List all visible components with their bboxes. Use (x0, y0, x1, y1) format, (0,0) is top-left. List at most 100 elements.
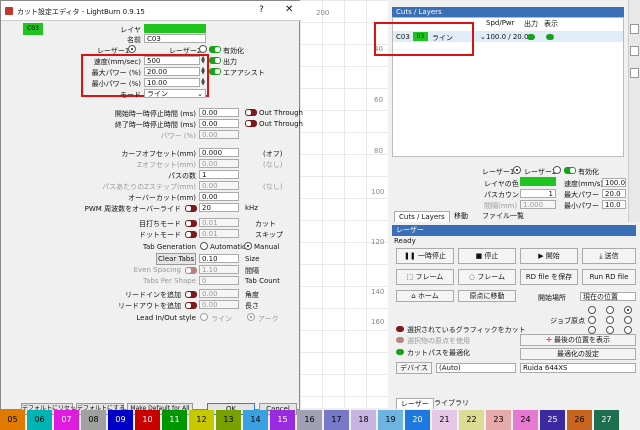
laser1-radio[interactable] (128, 45, 136, 53)
start-delay-input[interactable]: 0.00 (199, 108, 239, 117)
palette-swatch[interactable]: 20 (405, 410, 430, 430)
maxpower-spinner[interactable]: ▲ ▼ (200, 67, 206, 76)
name-input[interactable]: C03 (144, 34, 206, 43)
passes-input[interactable]: 1 (199, 170, 239, 179)
palette-swatch[interactable]: 22 (459, 410, 484, 430)
palette-swatch[interactable]: 12 (189, 410, 214, 430)
speed-input[interactable]: 500 (144, 56, 200, 65)
tab-cuts-layers[interactable]: Cuts / Layers (394, 211, 450, 222)
palette-swatch[interactable]: 21 (432, 410, 457, 430)
origin-radio[interactable] (588, 306, 596, 314)
tab-library[interactable]: ライブラリ (430, 398, 473, 409)
minpower-input[interactable]: 10.00 (144, 78, 200, 87)
device-select[interactable]: Ruida 644XS (520, 363, 636, 373)
layer-list-item[interactable]: C03 (23, 23, 43, 35)
palette-swatch[interactable]: 07 (54, 410, 79, 430)
origin-radio[interactable] (624, 316, 632, 324)
help-icon[interactable]: ? (259, 5, 264, 15)
row-output-toggle[interactable] (527, 34, 535, 40)
leadin-toggle[interactable] (185, 291, 197, 298)
leadout-toggle[interactable] (185, 302, 197, 309)
passcount-input[interactable]: 1 (520, 189, 556, 198)
laser2-radio[interactable] (553, 166, 561, 174)
speed-input[interactable]: 100.0 (602, 178, 626, 187)
device-button[interactable]: デバイス (396, 362, 432, 374)
enable-toggle[interactable] (209, 46, 221, 53)
goto-origin-button[interactable]: 原点に移動 (458, 290, 516, 302)
layer-color-swatch[interactable] (144, 24, 206, 33)
port-select[interactable]: (Auto) (436, 363, 516, 373)
output-toggle[interactable] (209, 57, 221, 64)
out-through-toggle[interactable] (245, 109, 257, 116)
leadstyle-line-radio[interactable] (200, 313, 208, 321)
palette-swatch[interactable]: 05 (0, 410, 25, 430)
airassist-toggle[interactable] (209, 68, 221, 75)
origin-radio[interactable] (588, 316, 596, 324)
stop-button[interactable]: ■ 停止 (458, 248, 516, 264)
origin-radio[interactable] (606, 316, 614, 324)
tab-file-list[interactable]: ファイル一覧 (478, 211, 528, 222)
frame-button[interactable]: ⬚ フレーム (396, 269, 454, 285)
start-from-select[interactable]: 現在の位置 (580, 292, 636, 301)
palette-swatch[interactable]: 10 (135, 410, 160, 430)
use-selection-origin-toggle[interactable] (396, 337, 404, 343)
palette-swatch[interactable]: 06 (27, 410, 52, 430)
tab-size-input[interactable]: 0.10 (199, 254, 239, 263)
run-rd-button[interactable]: Run RD file (582, 269, 636, 285)
palette-swatch[interactable]: 16 (297, 410, 322, 430)
close-icon[interactable]: ✕ (285, 4, 293, 15)
palette-swatch[interactable]: 19 (378, 410, 403, 430)
close-icon[interactable] (630, 24, 639, 34)
palette-swatch[interactable]: 17 (324, 410, 349, 430)
dot-mode-a-toggle[interactable] (185, 220, 197, 227)
cut-selected-toggle[interactable] (396, 326, 404, 332)
optimize-settings-button[interactable]: 最適化の設定 (520, 348, 636, 360)
optimize-toggle[interactable] (396, 349, 404, 355)
origin-radio[interactable] (606, 306, 614, 314)
palette-swatch[interactable]: 11 (162, 410, 187, 430)
kerf-input[interactable]: 0.000 (199, 148, 239, 157)
speed-spinner[interactable]: ▲ ▼ (200, 56, 206, 65)
mode-select[interactable]: ライン ⌄ (144, 89, 206, 98)
show-last-pos-button[interactable]: ✛ 最後の位置を表示 (520, 334, 636, 346)
pwm-toggle[interactable] (185, 205, 197, 212)
origin-radio[interactable] (624, 306, 632, 314)
maxpower-input[interactable]: 20.00 (144, 67, 200, 76)
origin-radio[interactable] (606, 326, 614, 334)
home-button[interactable]: ⌂ ホーム (396, 290, 454, 302)
palette-swatch[interactable]: 18 (351, 410, 376, 430)
laser1-radio[interactable] (513, 166, 521, 174)
save-rd-button[interactable]: RD file を保存 (520, 269, 578, 285)
palette-swatch[interactable]: 13 (216, 410, 241, 430)
palette-swatch[interactable]: 26 (567, 410, 592, 430)
minpower-input[interactable]: 10.0 (602, 200, 626, 209)
origin-radio[interactable] (588, 326, 596, 334)
send-button[interactable]: ⤓ 送信 (582, 248, 636, 264)
tab-manual-radio[interactable] (244, 242, 252, 250)
start-button[interactable]: ▶ 開始 (520, 248, 578, 264)
pause-button[interactable]: ❚❚ 一時停止 (396, 248, 454, 264)
palette-swatch[interactable]: 23 (486, 410, 511, 430)
clear-tabs-button[interactable]: Clear Tabs (156, 253, 196, 265)
tab-laser[interactable]: レーザー (396, 398, 434, 409)
minpower-spinner[interactable]: ▲ ▼ (200, 78, 206, 87)
end-delay-input[interactable]: 0.00 (199, 119, 239, 128)
enable-toggle[interactable] (564, 167, 576, 174)
even-spacing-toggle[interactable] (185, 267, 197, 274)
overcut-input[interactable]: 0.00 (199, 192, 239, 201)
laser2-radio[interactable] (199, 45, 207, 53)
arrow-up-icon[interactable] (630, 46, 639, 56)
origin-radio[interactable] (624, 326, 632, 334)
maxpower-input[interactable]: 20.0 (602, 189, 626, 198)
palette-swatch[interactable]: 08 (81, 410, 106, 430)
frame-circle-button[interactable]: ◌ フレーム (458, 269, 516, 285)
layer-color-swatch[interactable] (520, 177, 556, 186)
pwm-input[interactable]: 20 (199, 203, 239, 212)
leadstyle-arc-radio[interactable] (247, 313, 255, 321)
palette-swatch[interactable]: 14 (243, 410, 268, 430)
tab-auto-radio[interactable] (200, 242, 208, 250)
palette-swatch[interactable]: 27 (594, 410, 619, 430)
row-show-toggle[interactable] (546, 34, 554, 40)
palette-swatch[interactable]: 09 (108, 410, 133, 430)
palette-swatch[interactable]: 15 (270, 410, 295, 430)
